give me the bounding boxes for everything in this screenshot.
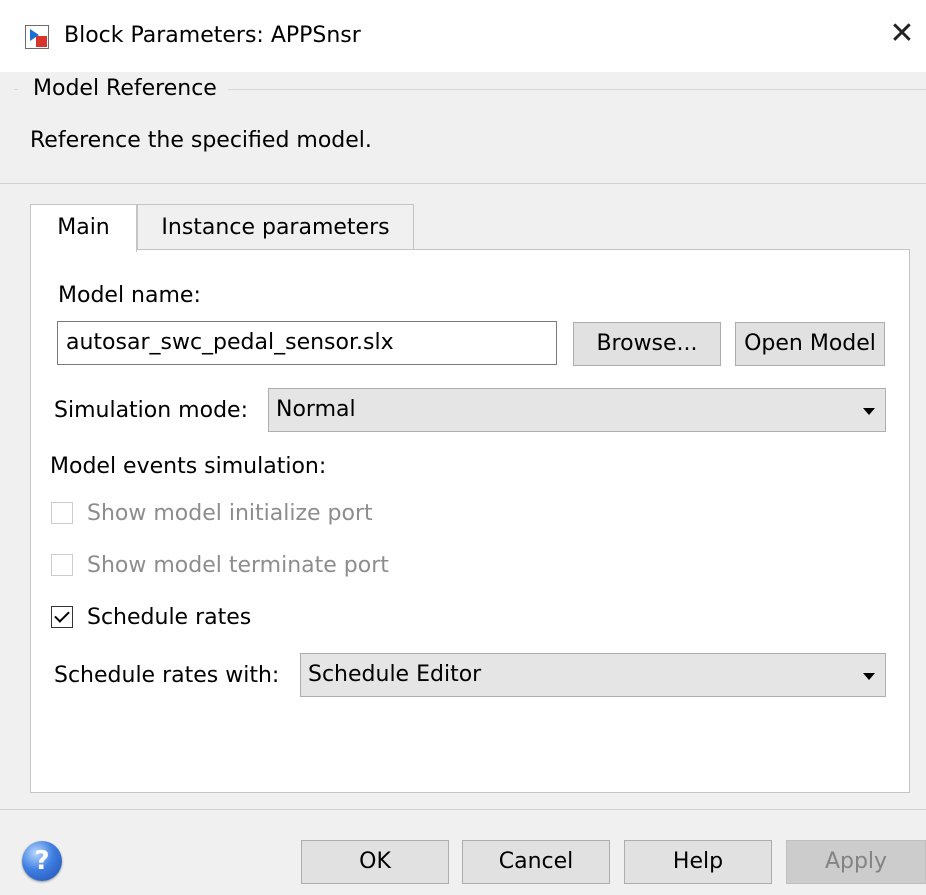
checkmark-icon — [54, 607, 70, 623]
group-title: Model Reference — [33, 76, 217, 101]
footer-divider — [0, 809, 926, 810]
show-init-port-checkbox[interactable] — [51, 502, 73, 524]
schedule-rates-with-value: Schedule Editor — [308, 662, 482, 687]
simulation-mode-value: Normal — [276, 397, 356, 422]
description-divider — [0, 183, 926, 184]
simulink-block-icon — [25, 25, 49, 49]
ok-button[interactable]: OK — [301, 840, 449, 884]
show-term-port-checkbox[interactable] — [51, 554, 73, 576]
window-title: Block Parameters: APPSnsr — [64, 23, 361, 48]
apply-button[interactable]: Apply — [786, 840, 926, 884]
groupbox-border-right — [228, 89, 926, 90]
title-bar: Block Parameters: APPSnsr ✕ — [0, 0, 926, 72]
chevron-down-icon — [863, 408, 875, 415]
open-model-button[interactable]: Open Model — [735, 322, 885, 366]
schedule-rates-with-dropdown[interactable]: Schedule Editor — [300, 653, 886, 697]
groupbox-border-left — [14, 89, 18, 90]
close-icon[interactable]: ✕ — [884, 14, 920, 54]
model-events-label: Model events simulation: — [50, 454, 327, 479]
block-description: Reference the specified model. — [30, 128, 372, 153]
simulation-mode-label: Simulation mode: — [54, 398, 248, 423]
model-name-label: Model name: — [58, 283, 201, 308]
tab-main[interactable]: Main — [30, 204, 137, 252]
cancel-button[interactable]: Cancel — [462, 840, 610, 884]
schedule-rates-label: Schedule rates — [87, 605, 252, 630]
show-term-port-label: Show model terminate port — [87, 553, 389, 578]
help-icon[interactable]: ? — [22, 841, 62, 881]
schedule-rates-checkbox[interactable] — [51, 606, 73, 628]
browse-button[interactable]: Browse... — [573, 322, 721, 366]
schedule-rates-with-label: Schedule rates with: — [54, 663, 280, 688]
simulation-mode-dropdown[interactable]: Normal — [268, 388, 886, 432]
help-button[interactable]: Help — [624, 840, 772, 884]
chevron-down-icon — [863, 673, 875, 680]
model-name-field[interactable]: autosar_swc_pedal_sensor.slx — [57, 321, 557, 365]
show-init-port-label: Show model initialize port — [87, 501, 373, 526]
tab-instance-parameters[interactable]: Instance parameters — [137, 204, 414, 250]
